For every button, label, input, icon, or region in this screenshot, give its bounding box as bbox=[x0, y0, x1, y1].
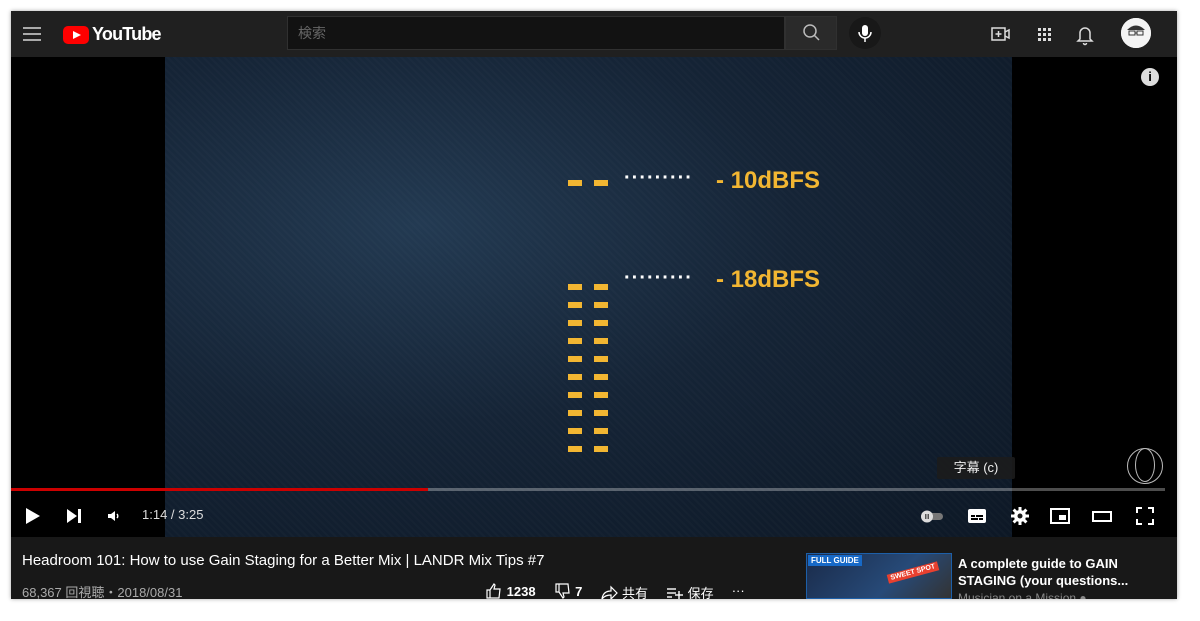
mic-icon bbox=[858, 25, 872, 42]
meter-bar bbox=[594, 338, 608, 344]
dislike-button[interactable]: 7 bbox=[554, 583, 583, 599]
landr-watermark bbox=[1127, 448, 1163, 484]
level-label-bottom: - 18dBFS bbox=[716, 266, 821, 293]
save-label: 保存 bbox=[687, 586, 714, 599]
meter-bar bbox=[594, 410, 608, 416]
meter-bar bbox=[568, 392, 582, 398]
meter-bar bbox=[594, 320, 608, 326]
thumbs-down-icon bbox=[554, 583, 570, 599]
search-icon bbox=[803, 24, 820, 41]
meter-bar bbox=[568, 446, 582, 452]
more-actions-button[interactable]: ··· bbox=[732, 583, 745, 599]
bell-icon[interactable] bbox=[1073, 22, 1097, 46]
meter-bar bbox=[568, 284, 582, 290]
meter-bar bbox=[568, 356, 582, 362]
meter-bar bbox=[594, 428, 608, 434]
meter-bar bbox=[568, 180, 582, 186]
volume-icon[interactable] bbox=[103, 505, 125, 527]
share-label: 共有 bbox=[622, 586, 649, 599]
level-dots: ········· bbox=[624, 267, 693, 289]
meter-bar bbox=[594, 356, 608, 362]
video-frame[interactable]: ········· - 10dBFS ········· - 18dBFS bbox=[165, 57, 1012, 537]
meter-bar bbox=[568, 302, 582, 308]
thumbnail-sticker: SWEET SPOT bbox=[886, 561, 940, 584]
meter-bar bbox=[568, 320, 582, 326]
add-to-playlist-icon bbox=[667, 588, 684, 599]
video-actions: 1238 7 共有 保存 ··· bbox=[485, 583, 745, 599]
voice-search-button[interactable] bbox=[849, 17, 881, 49]
avatar[interactable] bbox=[1121, 18, 1151, 48]
like-count: 1238 bbox=[506, 584, 536, 599]
progress-bar[interactable] bbox=[11, 488, 1165, 491]
autoplay-toggle-icon[interactable] bbox=[917, 505, 947, 527]
play-icon[interactable] bbox=[21, 505, 43, 527]
recommended-title[interactable]: A complete guide to GAIN STAGING (your q… bbox=[958, 555, 1168, 589]
search-button[interactable] bbox=[785, 16, 837, 50]
save-button[interactable]: 保存 bbox=[666, 583, 714, 599]
like-button[interactable]: 1238 bbox=[485, 583, 536, 599]
top-bar: YouTube 検索 bbox=[11, 11, 1177, 57]
youtube-play-icon bbox=[63, 25, 89, 44]
level-dots: ········· bbox=[624, 167, 693, 189]
miniplayer-icon[interactable] bbox=[1049, 505, 1071, 527]
meter-bar bbox=[594, 374, 608, 380]
player-controls: 1:14 / 3:25 bbox=[11, 497, 1177, 537]
next-icon[interactable] bbox=[63, 505, 85, 527]
avatar-image bbox=[1121, 18, 1151, 48]
fullscreen-icon[interactable] bbox=[1134, 505, 1156, 527]
recommended-thumbnail[interactable]: FULL GUIDE SWEET SPOT bbox=[806, 553, 952, 599]
share-icon bbox=[601, 585, 619, 599]
video-create-icon[interactable] bbox=[988, 22, 1012, 46]
search-input[interactable]: 検索 bbox=[287, 16, 785, 50]
meter-bar bbox=[594, 284, 608, 290]
share-button[interactable]: 共有 bbox=[600, 583, 648, 599]
video-player[interactable]: ········· - 10dBFS ········· - 18dBFS i … bbox=[11, 57, 1177, 537]
meter-bar bbox=[594, 180, 608, 186]
thumbs-up-icon bbox=[486, 583, 501, 599]
youtube-window: YouTube 検索 ········· - 10dBFS ········· … bbox=[11, 11, 1177, 599]
info-icon[interactable]: i bbox=[1141, 68, 1159, 86]
menu-icon[interactable] bbox=[23, 25, 41, 43]
video-meta: 68,367 回視聴・2018/08/31 bbox=[22, 585, 183, 599]
video-title: Headroom 101: How to use Gain Staging fo… bbox=[22, 552, 545, 569]
meter-bar bbox=[568, 338, 582, 344]
subtitles-icon[interactable] bbox=[966, 505, 988, 527]
time-display: 1:14 / 3:25 bbox=[142, 507, 204, 522]
level-label-top: - 10dBFS bbox=[716, 167, 821, 194]
meter-bar bbox=[568, 410, 582, 416]
meter-bar bbox=[594, 302, 608, 308]
meter-bar bbox=[568, 374, 582, 380]
settings-gear-icon[interactable] bbox=[1009, 505, 1031, 527]
apps-icon[interactable] bbox=[1032, 22, 1056, 46]
recommended-channel[interactable]: Musician on a Mission ● bbox=[958, 591, 1087, 599]
captions-tooltip: 字幕 (c) bbox=[937, 457, 1015, 479]
theater-mode-icon[interactable] bbox=[1091, 505, 1113, 527]
meter-bar bbox=[568, 428, 582, 434]
logo-text: YouTube bbox=[92, 24, 162, 44]
dislike-count: 7 bbox=[575, 584, 583, 599]
meter-bar bbox=[594, 392, 608, 398]
meter-bar bbox=[594, 446, 608, 452]
youtube-logo[interactable]: YouTube bbox=[63, 24, 162, 45]
progress-fill bbox=[11, 488, 428, 491]
thumbnail-badge: FULL GUIDE bbox=[808, 555, 862, 566]
